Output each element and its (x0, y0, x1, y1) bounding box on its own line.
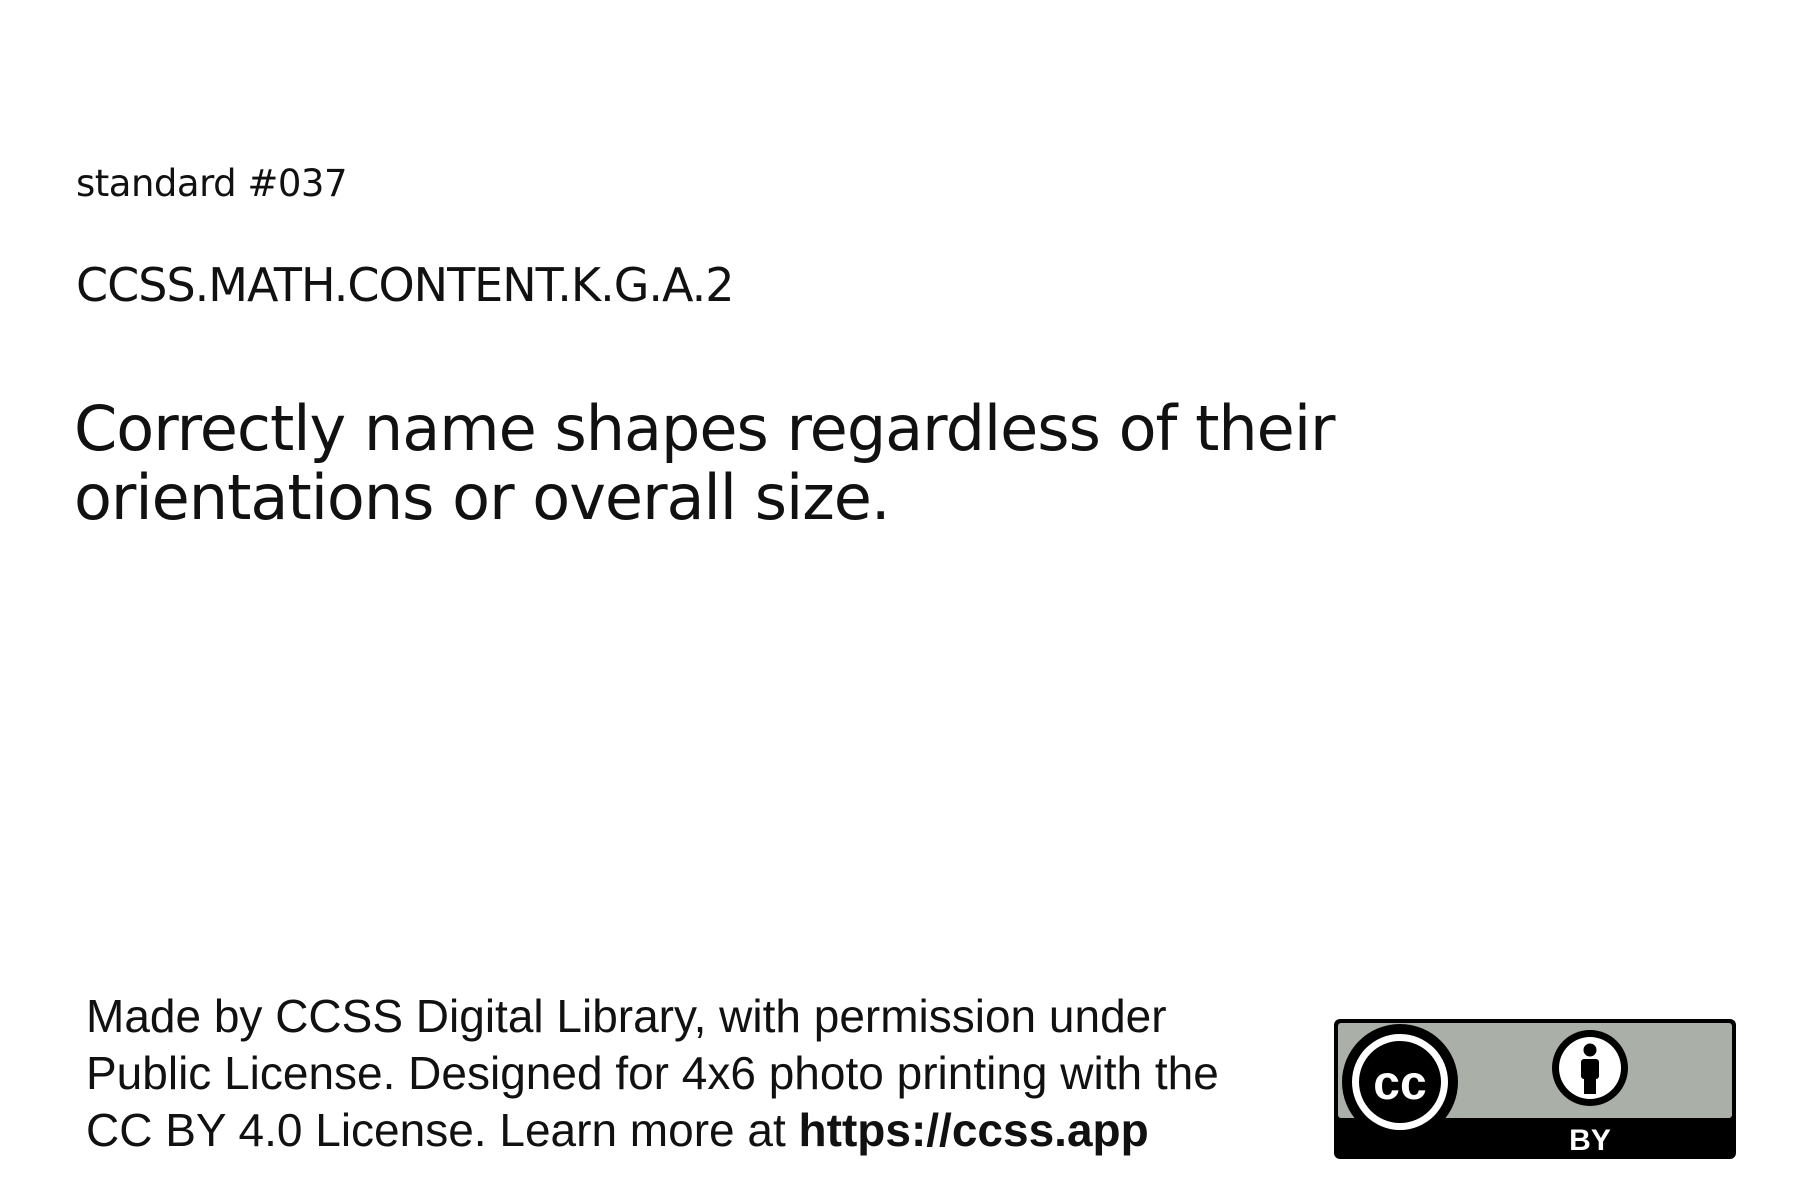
standard-description: Correctly name shapes regardless of thei… (74, 394, 1394, 532)
attribution-text: Made by CCSS Digital Library, with permi… (86, 988, 1326, 1159)
cc-label: cc (1373, 1057, 1426, 1110)
standard-description-line: Correctly name shapes regardless of thei… (74, 392, 1336, 465)
creative-commons-icon: cc (1342, 1024, 1458, 1140)
attribution-line: CC BY 4.0 License. Learn more at https:/… (86, 1102, 1326, 1159)
standard-code: CCSS.MATH.CONTENT.K.G.A.2 (76, 258, 735, 312)
standard-number: standard #037 (76, 162, 348, 205)
attribution-line: Made by CCSS Digital Library, with permi… (86, 990, 1167, 1042)
ccss-app-link[interactable]: https://ccss.app (799, 1104, 1149, 1156)
cc-by-license-badge: cc BY (1334, 1019, 1736, 1159)
attribution-line: Public License. Designed for 4x6 photo p… (86, 1047, 1219, 1099)
standard-description-line: orientations or overall size. (74, 461, 891, 534)
attribution-line-prefix: CC BY 4.0 License. Learn more at (86, 1104, 799, 1156)
by-label: BY (1569, 1124, 1611, 1157)
attribution-person-icon (1552, 1030, 1628, 1106)
